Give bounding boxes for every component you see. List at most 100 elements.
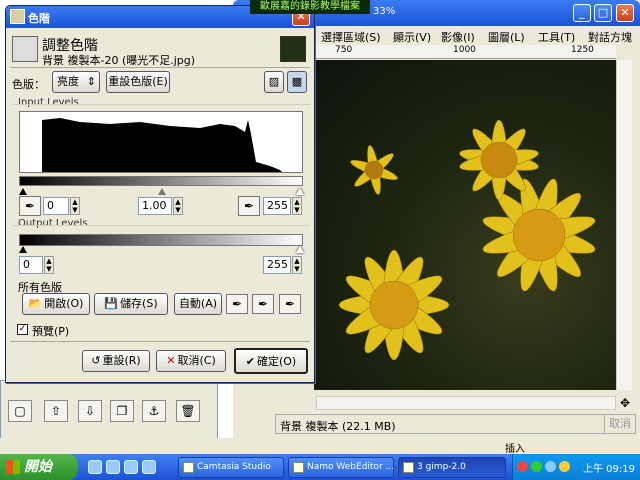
input-low-spinner[interactable]: ▲ ▼ [70,197,80,215]
ruler-tick: 1250 [571,45,594,55]
input-gradient [19,176,303,186]
status-strip [0,438,640,454]
new-layer-icon[interactable]: ▢ [8,400,32,422]
flower-photo [338,119,596,361]
ruler-tick: 1000 [453,45,476,55]
ok-button[interactable]: ✔ 確定(O) [234,348,308,374]
tray-icon[interactable] [545,461,556,472]
save-button[interactable]: 💾 儲存(S) [94,293,168,315]
lower-layer-icon[interactable]: ⇩ [78,400,102,422]
tray-icon[interactable] [531,461,542,472]
open-label: 開啟(O) [44,297,84,310]
black-point-picker-icon[interactable]: ✒ [226,294,248,314]
menu-view[interactable]: 顯示(V) [393,29,431,45]
gray-point-picker-icon[interactable]: ✒ [252,294,274,314]
floppy-icon: 💾 [104,297,119,310]
histogram [19,111,303,173]
reset-button[interactable]: ↺ 重設(R) [82,350,150,372]
desktop-icon[interactable] [106,460,120,474]
spinner-icon: ⇕ [86,75,96,88]
cancel-label: 取消(C) [177,354,216,367]
tray-icon[interactable] [517,461,528,472]
task-gimp[interactable]: 3 gimp-2.0 [398,457,506,478]
gimp-icon [403,462,414,473]
output-low-handle[interactable] [19,246,27,253]
input-gamma-handle[interactable] [158,188,166,195]
input-low-field[interactable]: 0 [43,197,69,215]
output-high-field[interactable]: 255 [263,256,291,274]
minimize-icon[interactable]: _ [573,4,591,22]
folder-icon [183,462,194,473]
divider [10,67,310,68]
menu-select[interactable]: 選擇區域(S) [321,29,381,45]
input-high-spinner[interactable]: ▲ ▼ [292,197,302,215]
preview-label: 預覽(P) [32,325,70,338]
dialog-title: 色階 [28,12,50,25]
input-gamma-spinner[interactable]: ▲ ▼ [173,197,183,215]
open-button[interactable]: 📂 開啟(O) [22,293,90,315]
linear-histogram-icon[interactable]: ▨ [264,71,284,93]
insert-mode: 插入 [505,444,525,455]
levels-icon [10,9,25,24]
ruler-tick: 750 [335,45,353,55]
start-label: 開始 [24,459,52,475]
ok-label: 確定(O) [256,355,297,368]
menu-tools[interactable]: 工具(T) [538,29,575,45]
layer-buttons: ▢ ⇧ ⇩ ❐ ⚓ 🗑 [8,400,208,422]
output-low-spinner[interactable]: ▲ ▼ [44,256,54,274]
frame-line [12,225,310,226]
image-status: 背景 複製本 (22.1 MB) [275,414,605,434]
vertical-scrollbar[interactable] [616,60,632,390]
channel-label: 色版： [12,78,45,91]
output-gradient [19,234,303,246]
maximize-icon[interactable]: □ [594,4,612,22]
ie-icon[interactable] [88,460,102,474]
white-point-picker-icon[interactable]: ✒ [279,294,301,314]
raise-layer-icon[interactable]: ⇧ [44,400,68,422]
input-high-handle[interactable] [296,188,304,195]
white-picker-icon[interactable]: ✒ [238,196,260,216]
channel-value: 亮度 [57,75,79,88]
black-picker-icon[interactable]: ✒ [19,196,41,216]
horizontal-scrollbar[interactable] [316,396,616,410]
input-low-handle[interactable] [19,188,27,195]
preview-checkbox[interactable]: ✓ [17,324,28,335]
namo-icon [293,462,304,473]
reset-channel-button[interactable]: 重設色版(E) [106,71,170,93]
header-subtitle: 背景 複製本-20 (曝光不足.jpg) [42,54,196,67]
input-gamma-field[interactable]: 1.00 [138,197,172,215]
menu-layer[interactable]: 圖層(L) [488,29,525,45]
menu-image[interactable]: 影像(I) [441,29,475,45]
input-high-field[interactable]: 255 [263,197,291,215]
image-canvas[interactable] [314,60,616,390]
start-button[interactable]: 開始 [0,454,78,480]
task-camtasia[interactable]: Camtasia Studio [178,457,284,478]
reset-icon: ↺ [91,354,101,367]
auto-button[interactable]: 自動(A) [174,293,222,315]
navigate-icon[interactable]: ✥ [618,396,632,410]
frame-line [12,104,310,105]
recording-banner: 歐展嘉的錄影教學檔案 [250,0,370,14]
log-histogram-icon[interactable]: ▩ [287,71,307,93]
quicklaunch-icon[interactable] [142,460,156,474]
output-high-handle[interactable] [296,246,304,253]
status-cancel-button[interactable]: 取消 [604,414,636,434]
ok-icon: ✔ [245,355,255,368]
duplicate-layer-icon[interactable]: ❐ [110,400,134,422]
media-icon[interactable] [124,460,138,474]
horizontal-ruler: 750 1000 1250 [313,45,616,59]
close-icon[interactable]: ✕ [616,4,634,22]
anchor-layer-icon[interactable]: ⚓ [142,400,166,422]
menu-dialogs[interactable]: 對話方塊 [588,29,632,45]
output-levels-label: Output Levels [18,218,88,229]
tray-icon[interactable] [559,461,570,472]
delete-layer-icon[interactable]: 🗑 [176,400,200,422]
task-namo[interactable]: Namo WebEditor ... [288,457,394,478]
output-low-field[interactable]: 0 [19,256,43,274]
image-window-title: 33% [373,6,396,17]
task-label: Camtasia Studio [197,462,271,472]
output-high-spinner[interactable]: ▲ ▼ [292,256,302,274]
task-label: Namo WebEditor ... [307,462,394,472]
channel-select[interactable]: 亮度 ⇕ [52,71,100,93]
cancel-button[interactable]: ✕ 取消(C) [156,350,226,372]
